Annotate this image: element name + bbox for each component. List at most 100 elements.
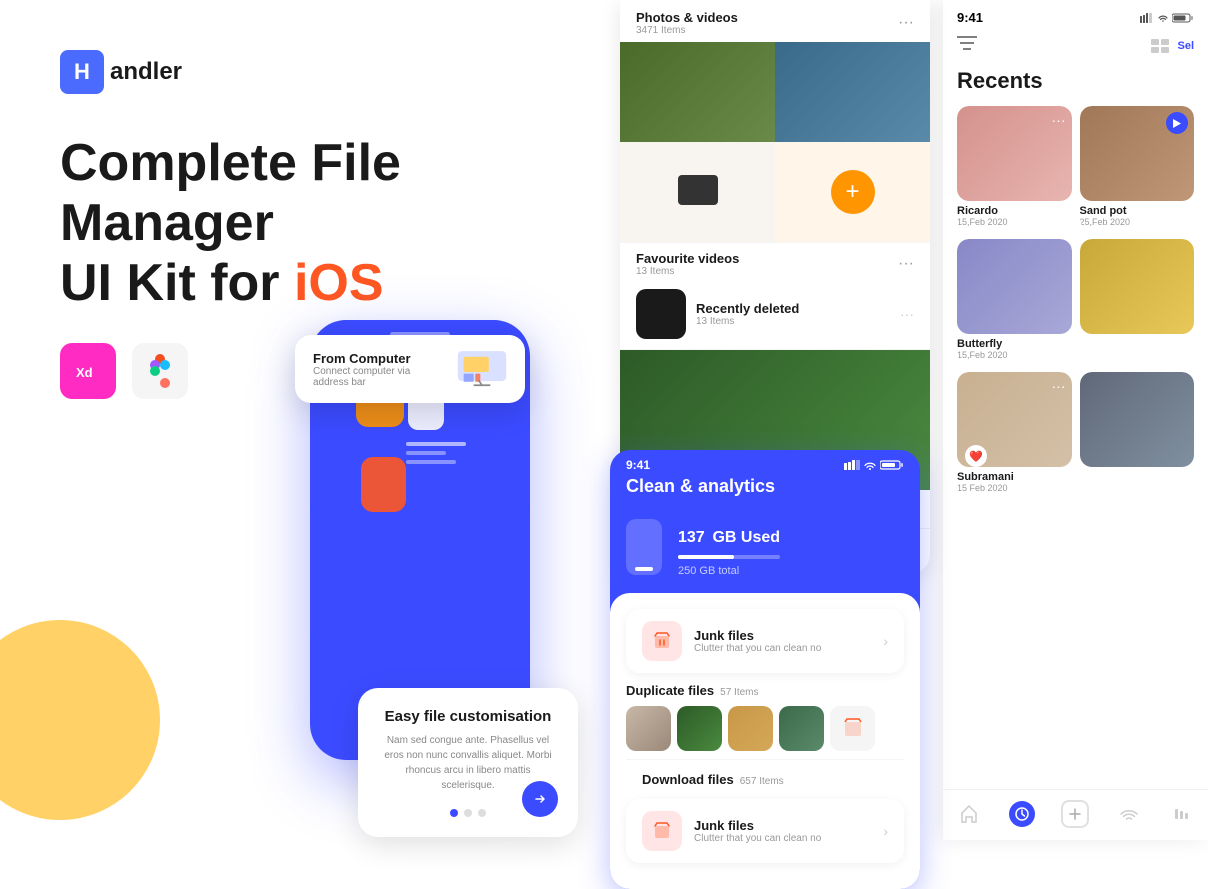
- recents-title: Recents: [943, 64, 1208, 106]
- right-nav: [943, 789, 1208, 840]
- recent-name-ricardo: Ricardo: [957, 205, 1072, 217]
- recent-meta-bird: [1080, 334, 1195, 342]
- play-badge: [1166, 112, 1188, 134]
- recent-item-bird: [1080, 239, 1195, 364]
- recent-meta-butterfly: Butterfly 15,Feb 2020: [957, 334, 1072, 364]
- junk-subtitle: Clutter that you can clean no: [694, 643, 821, 654]
- recently-deleted-icon: [636, 289, 686, 339]
- recents-grid: Ricardo 15,Feb 2020 ··· Sand pot 25,Feb …: [943, 106, 1208, 231]
- recently-deleted-more[interactable]: ···: [900, 306, 914, 322]
- junk-info-2: Junk files Clutter that you can clean no: [694, 818, 821, 844]
- recents-grid-3: ❤️ Subramani 15 Feb 2020 ···: [943, 372, 1208, 497]
- heart-badge: ❤️: [965, 445, 987, 467]
- junk-files-item-2[interactable]: Junk files Clutter that you can clean no…: [626, 799, 904, 863]
- easy-file-card: Easy file customisation Nam sed congue a…: [358, 688, 578, 837]
- junk-subtitle-2: Clutter that you can clean no: [694, 833, 821, 844]
- filter-icon[interactable]: [957, 35, 977, 56]
- recently-deleted-item: Recently deleted 13 Items ···: [620, 281, 930, 350]
- junk-files-item[interactable]: Junk files Clutter that you can clean no…: [626, 609, 904, 673]
- hero-title: Complete File Manager UI Kit for iOS: [60, 134, 620, 313]
- recent-item-ricardo: Ricardo 15,Feb 2020 ···: [957, 106, 1072, 231]
- photo-purple: [620, 142, 775, 242]
- easy-file-title: Easy file customisation: [382, 708, 554, 725]
- junk-title-2: Junk files: [694, 818, 821, 833]
- recently-deleted-info: Recently deleted 13 Items: [696, 301, 799, 327]
- recent-item-butterfly: Butterfly 15,Feb 2020: [957, 239, 1072, 364]
- middle-section: Photos & videos 3471 Items ··· +: [620, 0, 940, 840]
- right-status-icons: [1140, 13, 1194, 23]
- r-nav-home[interactable]: [956, 801, 982, 827]
- recently-deleted-title: Recently deleted: [696, 301, 799, 316]
- photos-videos-header: Photos & videos 3471 Items ···: [620, 0, 930, 42]
- dot-3: [478, 809, 486, 817]
- recents-grid-2: Butterfly 15,Feb 2020: [943, 239, 1208, 364]
- duplicate-header: Duplicate files 57 Items: [626, 683, 904, 698]
- card-next-button[interactable]: [522, 781, 558, 817]
- download-title: Download files: [642, 772, 734, 787]
- from-computer-title: From Computer: [313, 351, 441, 366]
- xd-icon-box: Xd: [60, 343, 116, 399]
- recent-thumb-office: [1080, 372, 1195, 467]
- logo-letter: H: [74, 59, 90, 85]
- junk-info: Junk files Clutter that you can clean no: [694, 628, 821, 654]
- from-computer-text: From Computer Connect computer via addre…: [313, 351, 441, 388]
- dup-thumb-4: [779, 706, 824, 751]
- hero-highlight: iOS: [294, 254, 384, 312]
- recently-deleted-count: 13 Items: [696, 316, 799, 327]
- dup-thumb-junk: [830, 706, 875, 751]
- favourite-videos-header: Favourite videos 13 Items ···: [620, 242, 930, 281]
- recent-name-subramani: Subramani: [957, 471, 1072, 483]
- photos-videos-title: Photos & videos: [636, 10, 738, 25]
- recent-meta-sandpot: Sand pot 25,Feb 2020: [1080, 201, 1195, 231]
- right-status-bar: 9:41: [943, 0, 1208, 31]
- r-nav-bars[interactable]: [1169, 801, 1195, 827]
- right-actions: Sel: [1151, 39, 1194, 53]
- monitor-icon: [457, 349, 507, 389]
- duplicate-count: 57 Items: [720, 687, 758, 698]
- add-folder-icon: +: [831, 170, 875, 214]
- download-count: 657 Items: [740, 776, 784, 787]
- r-nav-add[interactable]: [1061, 800, 1089, 828]
- select-button[interactable]: Sel: [1177, 40, 1194, 52]
- right-toolbar: Sel: [943, 31, 1208, 64]
- analytics-white-section: Junk files Clutter that you can clean no…: [610, 593, 920, 889]
- recent-date-butterfly: 15,Feb 2020: [957, 350, 1072, 360]
- storage-progress-bar: [678, 555, 780, 559]
- recent-more-ricardo[interactable]: ···: [1052, 112, 1066, 128]
- recent-date-ricardo: 15,Feb 2020: [957, 217, 1072, 227]
- r-nav-wifi[interactable]: [1116, 801, 1142, 827]
- recent-thumb-butterfly: [957, 239, 1072, 334]
- storage-unit: GB Used: [712, 529, 780, 546]
- recent-more-subramani[interactable]: ···: [1052, 378, 1066, 394]
- favourite-videos-title: Favourite videos: [636, 251, 739, 266]
- download-section: Download files 657 Items: [626, 759, 904, 799]
- hero-line2: UI Kit for: [60, 254, 294, 312]
- recent-meta-subramani: Subramani 15 Feb 2020: [957, 467, 1072, 497]
- figma-icon-box: [132, 343, 188, 399]
- storage-total: 250 GB total: [678, 565, 780, 577]
- favourite-more-button[interactable]: ···: [898, 255, 914, 273]
- hero-line1: Complete File Manager: [60, 134, 401, 252]
- recent-thumb-bird: [1080, 239, 1195, 334]
- duplicate-title: Duplicate files: [626, 683, 714, 698]
- storage-fill: [678, 555, 734, 559]
- recent-date-sandpot: 25,Feb 2020: [1080, 217, 1195, 227]
- recent-item-office: [1080, 372, 1195, 497]
- analytics-title: Clean & analytics: [610, 476, 920, 507]
- right-section: 9:41: [943, 0, 1208, 840]
- junk-arrow-2: ›: [883, 823, 888, 839]
- r-nav-clock[interactable]: [1009, 801, 1035, 827]
- favourite-videos-count: 13 Items: [636, 266, 739, 277]
- duplicate-section: Duplicate files 57 Items: [626, 683, 904, 759]
- recent-name-butterfly: Butterfly: [957, 338, 1072, 350]
- from-computer-card: From Computer Connect computer via addre…: [295, 335, 525, 403]
- storage-icon: [626, 519, 662, 575]
- analytics-time: 9:41: [626, 458, 650, 472]
- add-folder-button[interactable]: +: [775, 142, 930, 242]
- analytics-status-bar: 9:41: [610, 450, 920, 476]
- right-time: 9:41: [957, 10, 983, 25]
- yellow-blob: [0, 620, 160, 820]
- analytics-status-icons: [844, 460, 904, 470]
- photos-more-button[interactable]: ···: [898, 14, 914, 32]
- favourite-videos-info: Favourite videos 13 Items: [636, 251, 739, 277]
